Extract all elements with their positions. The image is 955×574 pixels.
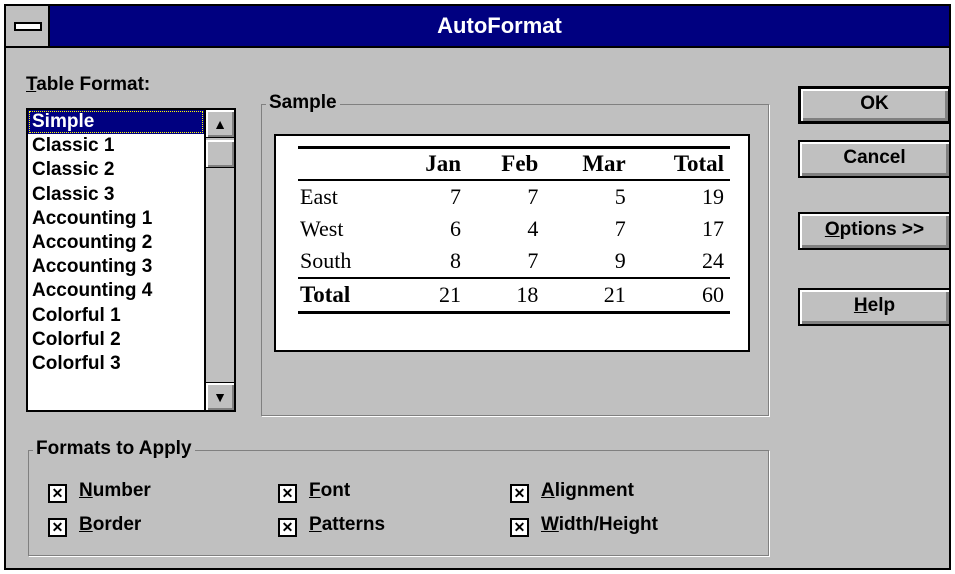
sample-header-cell: Feb [501, 151, 539, 176]
options-button[interactable]: Options >> [798, 212, 951, 250]
patterns-checkbox[interactable]: ✕ [278, 518, 297, 537]
sample-cell: East [300, 184, 338, 209]
sample-total-cell: 18 [516, 282, 539, 307]
number-checkbox-row[interactable]: ✕ Number [48, 480, 151, 504]
sample-cell: West [300, 216, 344, 241]
border-checkbox-row[interactable]: ✕ Border [48, 514, 141, 538]
sample-cell: South [300, 248, 352, 273]
sample-header-cell: Total [673, 151, 724, 176]
ok-button[interactable]: OK [798, 86, 951, 124]
help-button[interactable]: Help [798, 288, 951, 326]
sample-row: East 7 7 5 19 [298, 180, 730, 213]
sample-total-cell: 21 [438, 282, 461, 307]
sample-total-row: Total 21 18 21 60 [298, 278, 730, 313]
up-arrow-icon: ▲ [213, 116, 227, 132]
sample-header-row: Jan Feb Mar Total [298, 147, 730, 181]
list-item-accounting-1[interactable]: Accounting 1 [28, 207, 204, 231]
formats-group-title: Formats to Apply [33, 438, 195, 460]
sample-total-cell: 60 [702, 282, 724, 307]
patterns-checkbox-row[interactable]: ✕ Patterns [278, 514, 385, 538]
scroll-down-button[interactable]: ▼ [206, 382, 234, 410]
sample-cell: 5 [614, 184, 626, 209]
list-item-colorful-1[interactable]: Colorful 1 [28, 304, 204, 328]
list-item-simple[interactable]: Simple [28, 110, 204, 135]
sample-cell: 9 [614, 248, 626, 273]
number-checkbox[interactable]: ✕ [48, 484, 67, 503]
font-checkbox-row[interactable]: ✕ Font [278, 480, 350, 504]
sample-cell: 7 [614, 216, 626, 241]
width-height-checkbox[interactable]: ✕ [510, 518, 529, 537]
alignment-checkbox-row[interactable]: ✕ Alignment [510, 480, 634, 504]
alignment-label: Alignment [541, 480, 634, 501]
border-label: Border [79, 514, 142, 535]
list-item-colorful-3[interactable]: Colorful 3 [28, 352, 204, 376]
list-item-classic-1[interactable]: Classic 1 [28, 134, 204, 158]
scroll-thumb[interactable] [206, 140, 234, 168]
border-checkbox[interactable]: ✕ [48, 518, 67, 537]
sample-table: Jan Feb Mar Total East 7 7 5 19 West 6 4 [298, 146, 730, 314]
sample-cell: 19 [702, 184, 724, 209]
sample-cell: 7 [527, 184, 539, 209]
sample-header-cell [298, 148, 392, 181]
scroll-up-button[interactable]: ▲ [206, 110, 234, 138]
down-arrow-icon: ▼ [213, 389, 227, 405]
list-scrollbar[interactable]: ▲ ▼ [204, 110, 234, 410]
sample-cell: 4 [527, 216, 539, 241]
width-height-checkbox-row[interactable]: ✕ Width/Height [510, 514, 658, 538]
list-item-accounting-3[interactable]: Accounting 3 [28, 255, 204, 279]
patterns-label: Patterns [309, 514, 386, 535]
sample-group-title: Sample [266, 92, 340, 114]
sample-cell: 24 [702, 248, 724, 273]
dialog-title: AutoFormat [437, 13, 562, 38]
sample-row: West 6 4 7 17 [298, 213, 730, 245]
alignment-checkbox[interactable]: ✕ [510, 484, 529, 503]
sample-total-cell: 21 [603, 282, 626, 307]
list-item-accounting-4[interactable]: Accounting 4 [28, 279, 204, 303]
sample-cell: 17 [702, 216, 724, 241]
table-format-listbox[interactable]: Simple Classic 1 Classic 2 Classic 3 Acc… [26, 108, 236, 412]
sample-header-cell: Jan [425, 151, 461, 176]
sample-header-cell: Mar [582, 151, 626, 176]
font-checkbox[interactable]: ✕ [278, 484, 297, 503]
sample-cell: 6 [449, 216, 461, 241]
system-menu-button[interactable] [6, 6, 50, 46]
sample-total-cell: Total [300, 282, 351, 307]
sample-cell: 8 [449, 248, 461, 273]
table-format-label: Table Format: [26, 74, 151, 95]
sample-row: South 8 7 9 24 [298, 245, 730, 278]
list-item-accounting-2[interactable]: Accounting 2 [28, 231, 204, 255]
width-height-label: Width/Height [541, 514, 658, 535]
list-item-classic-3[interactable]: Classic 3 [28, 183, 204, 207]
sample-preview: Jan Feb Mar Total East 7 7 5 19 West 6 4 [274, 134, 750, 352]
sample-cell: 7 [449, 184, 461, 209]
number-label: Number [79, 480, 151, 501]
title-bar: AutoFormat [6, 6, 949, 48]
table-format-list: Simple Classic 1 Classic 2 Classic 3 Acc… [28, 110, 204, 376]
list-item-classic-2[interactable]: Classic 2 [28, 158, 204, 182]
font-label: Font [309, 480, 351, 501]
cancel-button[interactable]: Cancel [798, 140, 951, 178]
system-menu-icon [14, 22, 42, 31]
list-item-colorful-2[interactable]: Colorful 2 [28, 328, 204, 352]
sample-cell: 7 [527, 248, 539, 273]
autoformat-dialog: AutoFormat Table Format: Simple Classic … [4, 4, 951, 570]
